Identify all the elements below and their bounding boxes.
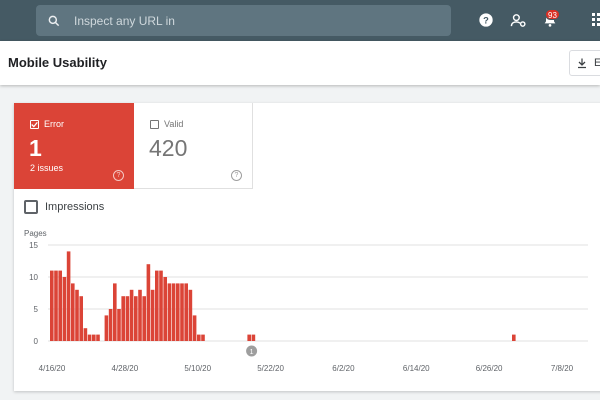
x-tick-label: 6/2/20 [332,364,355,373]
chart-bar [138,289,142,341]
chart-bar [247,334,251,341]
y-tick-label: 15 [29,241,38,250]
chart-bar [113,283,117,341]
export-button[interactable]: E [569,50,600,76]
chart-bar [108,309,113,341]
x-tick-label: 5/10/20 [184,364,211,373]
chart-bar [197,334,201,341]
x-tick-label: 4/16/20 [39,364,66,373]
chart-bar [71,283,75,341]
chart-bar [171,283,176,341]
download-icon [578,58,586,69]
chart-bar [92,334,96,341]
chart-bar [180,283,184,341]
chart-bar [62,277,67,341]
search-input[interactable] [74,13,414,28]
annotation-label: 1 [250,349,254,356]
top-app-bar: ? 93 [0,0,600,41]
chart-bar [83,328,88,341]
chart-bar [58,270,62,341]
chart-bar [146,264,151,341]
x-tick-label: 6/14/20 [403,364,430,373]
chart-bar [87,334,92,341]
chart-bar [96,334,100,341]
svg-text:?: ? [483,15,489,25]
url-inspection-search[interactable] [36,5,451,36]
chart-bar [150,289,155,341]
y-tick-label: 10 [29,273,38,282]
page-header: Mobile Usability E [0,41,600,85]
help-icon[interactable]: ? [477,11,495,29]
y-tick-label: 5 [34,305,39,314]
chart-bar [104,315,109,341]
chart-bar [79,296,83,341]
manage-users-icon[interactable] [509,11,527,29]
chart-bar [125,296,130,341]
chart-bar [251,334,256,341]
chart-bar [66,251,71,341]
chart-bar [176,283,180,341]
y-axis-label: Pages [24,229,47,238]
chart-bar [117,309,121,341]
chart-bar [188,289,193,341]
chart-bar [75,289,79,341]
chart-bar [184,283,188,341]
chart-bar [129,289,134,341]
pages-bar-chart: Pages 0 5 10 15 4/16/20 4/28/20 5/10/20 5/22/20 6… [24,229,588,373]
chart-bar [155,270,159,341]
chart-bar [159,270,163,341]
chart-bar [54,270,58,341]
page-title: Mobile Usability [8,55,107,70]
export-label: E [594,57,600,69]
x-tick-label: 6/26/20 [476,364,503,373]
chart-bar [142,296,146,341]
chart-bar [512,334,516,341]
y-tick-label: 0 [34,337,39,346]
chart-bar [121,296,125,341]
x-tick-label: 4/28/20 [112,364,139,373]
x-tick-label: 5/22/20 [257,364,284,373]
apps-grid-icon[interactable] [590,11,600,29]
chart-bar [134,296,138,341]
notification-count-badge: 93 [545,9,560,20]
chart-bar [167,283,172,341]
x-tick-label: 7/8/20 [551,364,574,373]
chart-bar [201,334,205,341]
chart-bar [192,315,197,341]
search-icon [36,14,72,28]
usability-chart-card: Error 1 2 issues ? Valid 420 ? Impressio… [14,103,600,391]
chart-bar [50,270,54,341]
chart-bar [163,277,167,341]
